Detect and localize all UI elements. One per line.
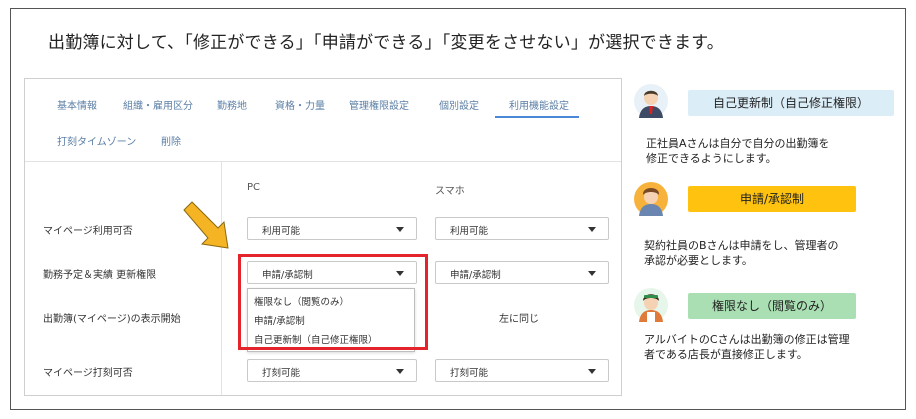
select-value: 利用可能 <box>450 226 489 237</box>
select-value: 打刻可能 <box>450 368 489 379</box>
persona-b-description-line-2: 承認が必要とします。 <box>644 254 753 267</box>
persona-a-description-line-1: 正社員Aさんは自分で自分の出勤簿を <box>646 137 830 150</box>
row-label-attendance-display-start: 出勤簿(マイページ)の表示開始 <box>43 314 181 325</box>
mobile-mypage-usage-select[interactable]: 利用可能 <box>435 217 609 240</box>
chevron-down-icon <box>588 271 596 276</box>
column-header-mobile: スマホ <box>435 186 465 197</box>
persona-a-description-line-2: 修正できるようにします。 <box>646 152 777 165</box>
badge-self-update: 自己更新制（自己修正権限） <box>688 90 894 116</box>
pointer-arrow-icon <box>183 201 229 249</box>
businessman-avatar-icon <box>634 84 668 118</box>
pc-punch-select[interactable]: 打刻可能 <box>247 359 417 382</box>
persona-c-description-line-1: アルバイトのCさんは出勤簿の修正は管理 <box>644 333 850 346</box>
select-value: 打刻可能 <box>262 368 301 379</box>
tab-qualifications[interactable]: 資格・力量 <box>275 97 325 112</box>
tab-organization[interactable]: 組織・雇用区分 <box>123 97 193 112</box>
row-label-mypage-punch: マイページ打刻可否 <box>43 368 133 379</box>
pc-mypage-usage-select[interactable]: 利用可能 <box>247 217 417 240</box>
tab-individual-settings[interactable]: 個別設定 <box>439 97 479 112</box>
tab-delete[interactable]: 削除 <box>161 133 181 148</box>
persona-c-description-line-2: 者である店長が直接修正します。 <box>644 348 808 361</box>
chevron-down-icon <box>588 369 596 374</box>
tab-basic-info[interactable]: 基本情報 <box>57 97 97 112</box>
column-divider <box>221 161 222 395</box>
select-value: 申請/承認制 <box>450 270 501 281</box>
tabs-divider <box>25 161 621 162</box>
tab-feature-settings[interactable]: 利用機能設定 <box>509 97 569 112</box>
worker-avatar-icon <box>634 182 668 216</box>
column-header-pc: PC <box>247 182 261 193</box>
select-value: 利用可能 <box>262 226 301 237</box>
tab-admin-permissions[interactable]: 管理権限設定 <box>349 97 409 112</box>
tab-work-location[interactable]: 勤務地 <box>217 97 247 112</box>
mobile-punch-select[interactable]: 打刻可能 <box>435 359 609 382</box>
mobile-display-start-value: 左に同じ <box>499 314 539 325</box>
headline: 出勤簿に対して、「修正ができる」「申請ができる」「変更をさせない」が選択できます… <box>48 33 724 53</box>
row-label-mypage-usage: マイページ利用可否 <box>43 226 133 237</box>
chevron-down-icon <box>588 227 596 232</box>
badge-approval: 申請/承認制 <box>688 186 856 212</box>
mobile-update-permission-select[interactable]: 申請/承認制 <box>435 261 609 284</box>
chevron-down-icon <box>396 227 404 232</box>
parttimer-avatar-icon <box>634 288 668 322</box>
highlight-box <box>238 254 428 350</box>
chevron-down-icon <box>396 369 404 374</box>
persona-b-description-line-1: 契約社員のBさんは申請をし、管理者の <box>644 239 839 252</box>
tab-bar: 基本情報 組織・雇用区分 勤務地 資格・力量 管理権限設定 個別設定 利用機能設… <box>25 79 621 161</box>
row-label-schedule-update-permission: 勤務予定＆実績 更新権限 <box>43 270 157 281</box>
badge-view-only: 権限なし（閲覧のみ） <box>688 293 856 319</box>
tab-punch-timezone[interactable]: 打刻タイムゾーン <box>57 133 136 148</box>
active-tab-indicator <box>495 116 579 118</box>
